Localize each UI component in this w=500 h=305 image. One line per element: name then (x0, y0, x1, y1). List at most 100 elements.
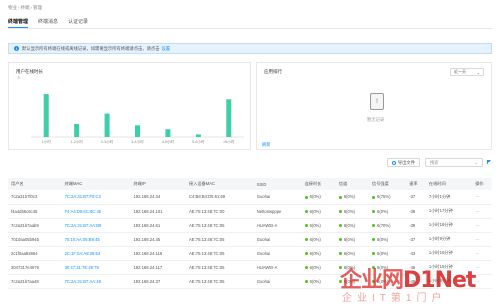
bar[interactable] (226, 99, 232, 137)
cell-ssid: Guohai (253, 190, 302, 205)
cell-mac[interactable]: 30:47:31:7E:49:79 (61, 260, 131, 275)
tab-terminal-management[interactable]: 终端管理 (8, 17, 29, 28)
column-header[interactable]: 在线时间 (426, 178, 472, 190)
cell-mac[interactable]: F4:A4:D5:6C:6C:45 (61, 204, 131, 219)
table-header: 用户名 终端MAC 终端IP 接入设备MAC SSID 连接时长 信道 信号强度 速率 在线时间操… (8, 178, 492, 190)
cell-user: 3047317e4979 (8, 260, 62, 275)
cell-ch: 6(0%) (335, 190, 369, 205)
cell-ip: 192.168.24.34 (130, 190, 187, 205)
table-row[interactable]: 7c2a31b7aab9 7C:2A:31:B7:AA:B9 192.168.24.… (8, 218, 492, 233)
card-title: 应用排行 (264, 69, 282, 74)
cell-mac[interactable]: 70:10:AA:05:B9:45 (61, 232, 131, 247)
column-header[interactable]: 速率 (406, 178, 426, 190)
status-dot-icon (372, 195, 375, 199)
x-tick-label: 1-2小时 (70, 139, 83, 144)
notice-text: 默认显示所有终端在线或离线记录，如需要显示所有终端请点击，请点击 (22, 45, 160, 51)
column-header[interactable]: 信号强度 (369, 178, 406, 190)
status-dot-icon (372, 209, 375, 213)
table-row[interactable]: 2c1f0aa82864 2C:1F:0A:A8:28:64 192.168.24.… (8, 246, 492, 261)
cell-ap: AE:75:13:48:7C:05 (186, 246, 254, 261)
search-input[interactable]: 搜索 ⌄ (425, 158, 483, 167)
column-header[interactable]: SSID (254, 178, 302, 190)
x-tick-label: 5-6小时 (192, 139, 205, 144)
cell-time: 1小时17分钟 (425, 204, 473, 219)
column-header[interactable]: 信道 (336, 178, 369, 190)
status-dot-icon (338, 237, 342, 241)
cell-mac[interactable]: 2C:1F:0A:A8:28:64 (61, 246, 131, 261)
cell-ssid: Guohai (253, 232, 302, 247)
column-header[interactable]: 连接时长 (302, 178, 336, 190)
bar[interactable] (135, 125, 140, 137)
row-actions[interactable]: ⋯ (472, 204, 492, 219)
cell-dur: 6(0%) (301, 232, 336, 247)
cell-ap: AE:75:13:48:7C:05 (186, 218, 254, 233)
table-row[interactable]: 7c2a31b7f0c3 7C:2A:31:B7:F0:C3 192.168.24.… (8, 190, 492, 205)
row-actions[interactable]: ⋯ (472, 218, 492, 233)
filter-icon[interactable] (487, 160, 492, 165)
cell-value: 6(0%) (309, 194, 321, 200)
cell-mac[interactable]: 7C:2A:31:B7:AA:B9 (61, 218, 131, 233)
cell-value: 6(0%) (343, 236, 355, 242)
cell-ch: 6(0%) (335, 204, 369, 219)
row-actions[interactable]: ⋯ (472, 190, 492, 205)
cell-value: 6(70%) (377, 222, 391, 228)
bar[interactable] (43, 94, 49, 137)
tab-auth-records[interactable]: 认证记录 (68, 17, 88, 28)
time-range-value: 近一天 (454, 69, 466, 74)
cell-dur: 6(0%) (301, 260, 336, 275)
status-dot-icon (304, 195, 308, 199)
cell-ap: AE:75:13:48:7C:05 (186, 274, 254, 289)
breadcrumb-item[interactable]: 终端 (21, 5, 30, 10)
status-dot-icon (372, 251, 375, 255)
column-header[interactable]: 用户名 (8, 178, 62, 190)
cell-value: 6(0%) (343, 250, 355, 256)
empty-state-text: 暂无记录 (367, 117, 385, 122)
breadcrumb-item[interactable]: 物业 (8, 5, 17, 10)
table-toolbar: 导出文件 搜索 ⌄ (386, 158, 492, 167)
chevron-down-icon: ⌄ (476, 69, 480, 75)
cell-value: 6(0%) (343, 208, 355, 214)
notice-settings-link[interactable]: 设置 (162, 46, 171, 52)
table-row[interactable]: 7010aa05b945 70:10:AA:05:B9:45 192.168.24.… (8, 232, 492, 247)
status-dot-icon (304, 237, 308, 241)
row-actions[interactable]: ⋯ (472, 232, 492, 247)
column-header[interactable]: 接入设备MAC (186, 178, 254, 190)
tab-terminal-messages[interactable]: 终端消息 (38, 17, 58, 28)
cell-dur: 6(0%) (301, 218, 336, 233)
cell-ip: 192.168.24.116 (130, 246, 187, 261)
table-row[interactable]: f4a4d56c6c45 F4:A4:D5:6C:6C:45 192.168.24.… (8, 204, 492, 219)
time-range-select[interactable]: 近一天 ⌄ (450, 68, 484, 76)
empty-state-icon: ! (370, 93, 384, 110)
cell-user: 7c2a31b7aab9 (8, 218, 62, 233)
row-actions[interactable]: ⋯ (472, 246, 492, 261)
cell-ip: 192.168.24.45 (130, 232, 187, 247)
column-header[interactable]: 操作 (472, 178, 492, 190)
x-tick-label: 1小时 (42, 139, 52, 144)
cell-ap: AE:75:13:48:7C:05 (186, 260, 254, 275)
cell-rate: -37 (406, 190, 426, 205)
cell-time: 1小时16分钟 (425, 218, 473, 233)
cell-sig: 6(0%) (369, 246, 407, 261)
bar[interactable] (165, 129, 171, 137)
cell-rate: -39 (406, 204, 426, 219)
cell-ip: 192.168.24.61 (130, 218, 187, 233)
cell-ch: 6(0%) (335, 232, 369, 247)
refresh-link[interactable]: 刷新 (262, 142, 271, 148)
cell-mac[interactable]: 7C:2A:31:B7:F0:C3 (61, 190, 131, 205)
status-dot-icon (304, 251, 308, 255)
column-header[interactable]: 终端IP (130, 178, 186, 190)
bar[interactable] (74, 124, 80, 137)
export-icon (391, 160, 396, 165)
cell-time: 1小时9分钟 (425, 232, 473, 247)
status-dot-icon (304, 265, 308, 269)
bar[interactable] (104, 113, 110, 137)
status-dot-icon (338, 209, 342, 213)
bar[interactable] (195, 134, 201, 137)
app-ranking-card: 应用排行 近一天 ⌄ ! 暂无记录 刷新 (256, 62, 492, 150)
column-header[interactable]: 终端MAC (62, 178, 131, 190)
cell-ssid: Guohai (253, 274, 302, 289)
export-button[interactable]: 导出文件 (386, 158, 420, 167)
cell-mac[interactable]: 7C:2A:31:B7:AA:48 (61, 274, 131, 289)
status-dot-icon (304, 279, 308, 283)
x-tick-label: 2-3小时 (101, 139, 114, 144)
